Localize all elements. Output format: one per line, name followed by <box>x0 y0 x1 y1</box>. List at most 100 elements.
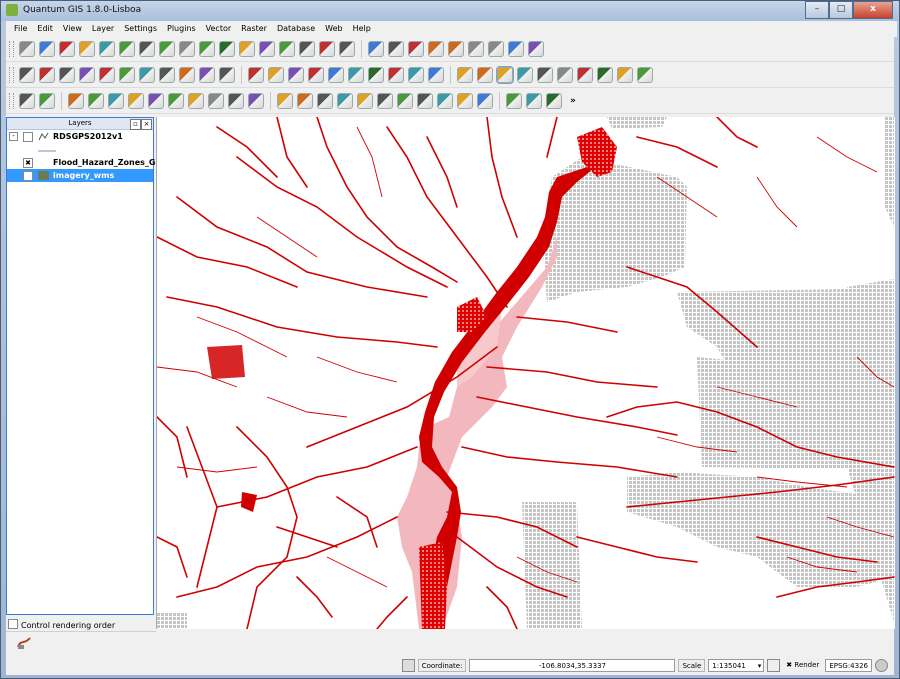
toolbar-grip[interactable] <box>9 41 14 57</box>
float-panel-icon[interactable]: ▫ <box>130 119 141 130</box>
zoom-next-icon[interactable] <box>617 67 633 83</box>
open-project-icon[interactable] <box>39 41 55 57</box>
toggle-editing-icon[interactable] <box>368 41 384 57</box>
collapse-icon[interactable]: - <box>9 132 18 141</box>
close-button[interactable]: x <box>853 1 893 19</box>
coordinate-field[interactable]: -106.8034,35.3337 <box>469 658 676 672</box>
delete-ring-icon[interactable] <box>128 93 144 109</box>
menu-web[interactable]: Web <box>320 21 347 37</box>
menu-settings[interactable]: Settings <box>119 21 162 37</box>
grass-icon[interactable] <box>428 67 444 83</box>
menu-edit[interactable]: Edit <box>32 21 58 37</box>
layer-visibility-checkbox[interactable] <box>23 132 33 142</box>
add-raster-layer-icon[interactable] <box>159 41 175 57</box>
map-tips-icon[interactable] <box>179 67 195 83</box>
zoom-to-layer-icon[interactable] <box>557 67 573 83</box>
zoom-out-icon[interactable] <box>517 67 533 83</box>
text-annotation-icon[interactable] <box>248 67 264 83</box>
heatmap-icon[interactable] <box>417 93 433 109</box>
add-ring-icon[interactable] <box>88 93 104 109</box>
simplify-feature-icon[interactable] <box>68 93 84 109</box>
menu-view[interactable]: View <box>58 21 87 37</box>
capture-polygon-icon[interactable] <box>337 93 353 109</box>
copy-features-icon[interactable] <box>508 41 524 57</box>
move-feature-icon[interactable] <box>428 41 444 57</box>
field-calculator-icon[interactable] <box>99 67 115 83</box>
menu-file[interactable]: File <box>9 21 32 37</box>
rotate-label-icon[interactable] <box>348 67 364 83</box>
zoom-to-selection-icon[interactable] <box>577 67 593 83</box>
measure-line-icon[interactable] <box>119 67 135 83</box>
show-hide-labels-icon[interactable] <box>308 67 324 83</box>
plugin-b-icon[interactable] <box>526 93 542 109</box>
layer-labeling-icon[interactable] <box>388 67 404 83</box>
redo-icon[interactable] <box>39 93 55 109</box>
new-bookmark-icon[interactable] <box>199 67 215 83</box>
menu-layer[interactable]: Layer <box>87 21 119 37</box>
capture-point-icon[interactable] <box>297 93 313 109</box>
interpolation-icon[interactable] <box>397 93 413 109</box>
add-postgis-layer-icon[interactable] <box>179 41 195 57</box>
coordinate-capture-icon[interactable] <box>357 93 373 109</box>
node-tool-icon[interactable] <box>448 41 464 57</box>
zoom-full-icon[interactable] <box>537 67 553 83</box>
rotate-point-symbols-icon[interactable] <box>277 93 293 109</box>
capture-line-icon[interactable] <box>317 93 333 109</box>
plugin-c-icon[interactable] <box>546 93 562 109</box>
identify-layer-icon[interactable] <box>19 67 35 83</box>
georeferencer-icon[interactable] <box>377 93 393 109</box>
layer-visibility-checkbox[interactable] <box>23 171 33 181</box>
delete-selected-icon[interactable] <box>468 41 484 57</box>
plugin-a-icon[interactable] <box>506 93 522 109</box>
reshape-features-icon[interactable] <box>168 93 184 109</box>
new-shapefile-icon[interactable] <box>319 41 335 57</box>
road-graph-icon[interactable] <box>437 93 453 109</box>
add-wcs-layer-icon[interactable] <box>239 41 255 57</box>
offset-curve-icon[interactable] <box>188 93 204 109</box>
add-vector-layer-icon[interactable] <box>139 41 155 57</box>
layer-row-imagery[interactable]: imagery_wms <box>7 169 153 182</box>
crs-status[interactable]: EPSG:4326 <box>825 658 872 672</box>
close-panel-icon[interactable]: × <box>141 119 152 130</box>
toolbar-grip[interactable] <box>9 67 14 83</box>
stop-render-icon[interactable] <box>767 658 781 672</box>
messages-icon[interactable] <box>875 658 888 672</box>
label-tool-icon[interactable] <box>268 67 284 83</box>
pan-to-selection-icon[interactable] <box>477 67 493 83</box>
change-label-icon[interactable] <box>368 67 384 83</box>
save-edits-icon[interactable] <box>388 41 404 57</box>
add-wms-layer-icon[interactable] <box>219 41 235 57</box>
menu-vector[interactable]: Vector <box>201 21 237 37</box>
menu-help[interactable]: Help <box>348 21 376 37</box>
open-attribute-table-icon[interactable] <box>79 67 95 83</box>
layer-row-flood[interactable]: ✖ Flood_Hazard_Zones_Ge... <box>7 156 170 169</box>
menu-plugins[interactable]: Plugins <box>162 21 201 37</box>
print-composer-manager-icon[interactable] <box>119 41 135 57</box>
deselect-icon[interactable] <box>59 67 75 83</box>
minimize-button[interactable]: – <box>805 1 829 19</box>
move-label-icon[interactable] <box>328 67 344 83</box>
measure-angle-icon[interactable] <box>159 67 175 83</box>
save-project-icon[interactable] <box>59 41 75 57</box>
new-project-icon[interactable] <box>19 41 35 57</box>
toolbar-more-button[interactable]: » <box>570 96 576 106</box>
save-as-icon[interactable] <box>79 41 95 57</box>
control-rendering-order[interactable]: Control rendering order <box>8 618 115 630</box>
title-bar[interactable]: Quantum GIS 1.8.0-Lisboa – □ x <box>1 1 899 21</box>
pin-labels-icon[interactable] <box>288 67 304 83</box>
select-features-icon[interactable] <box>39 67 55 83</box>
toolbar-grip[interactable] <box>9 93 14 109</box>
gps-icon[interactable] <box>408 67 424 83</box>
maximize-button[interactable]: □ <box>829 1 853 19</box>
zoom-in-icon[interactable] <box>496 66 514 84</box>
add-wfs-layer-icon[interactable] <box>259 41 275 57</box>
render-toggle[interactable]: ✖ Render <box>783 659 822 672</box>
new-print-composer-icon[interactable] <box>99 41 115 57</box>
control-rendering-order-checkbox[interactable] <box>8 619 18 629</box>
text-tool-icon[interactable] <box>477 93 493 109</box>
split-features-icon[interactable] <box>208 93 224 109</box>
map-canvas[interactable] <box>156 117 895 629</box>
remove-layer-icon[interactable] <box>299 41 315 57</box>
spatial-query-icon[interactable] <box>457 93 473 109</box>
refresh-icon[interactable] <box>637 67 653 83</box>
